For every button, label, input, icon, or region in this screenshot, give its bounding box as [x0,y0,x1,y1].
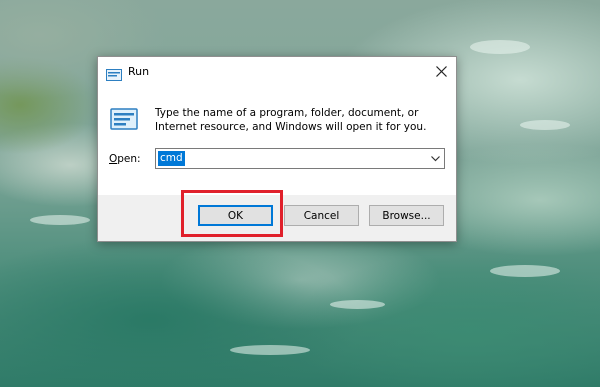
close-button[interactable] [426,57,456,87]
run-icon [106,66,122,81]
run-description: Type the name of a program, folder, docu… [155,107,427,133]
open-combobox[interactable]: cmd [155,148,445,169]
dialog-body: Type the name of a program, folder, docu… [98,87,456,195]
water-sparkle [30,215,90,225]
water-sparkle [490,265,560,277]
cancel-button[interactable]: Cancel [284,205,359,226]
water-sparkle [470,40,530,54]
run-icon [110,108,138,130]
dialog-title: Run [128,65,150,78]
open-label-text: pen: [117,153,141,165]
title-bar[interactable]: Run [98,57,456,87]
water-sparkle [330,300,385,309]
ok-highlight-box [181,190,283,237]
water-sparkle [520,120,570,130]
close-icon [435,63,447,81]
open-label: Open: [109,153,141,165]
browse-button[interactable]: Browse... [369,205,444,226]
water-sparkle [230,345,310,355]
chevron-down-icon[interactable] [428,151,442,166]
open-input[interactable]: cmd [158,151,185,166]
